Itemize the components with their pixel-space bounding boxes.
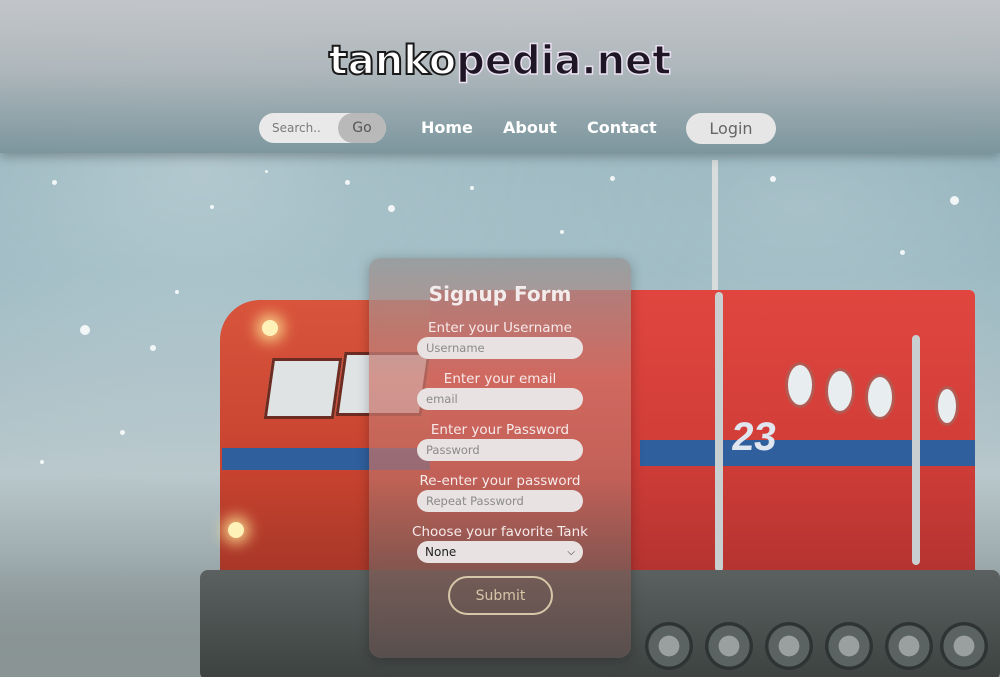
porthole-window [785, 362, 815, 408]
snowflake [40, 460, 44, 464]
exhaust-pipe [912, 335, 920, 565]
submit-button[interactable]: Submit [448, 576, 553, 615]
email-label: Enter your email [443, 371, 557, 387]
snowflake [52, 180, 57, 185]
track-wheel [765, 622, 813, 670]
signup-form: Signup Form Enter your Username Enter yo… [369, 258, 631, 658]
search-input[interactable] [259, 113, 337, 143]
favorite-tank-label: Choose your favorite Tank [412, 524, 588, 540]
track-wheel [825, 622, 873, 670]
snowflake [900, 250, 905, 255]
username-field[interactable] [417, 337, 583, 359]
snowflake [470, 186, 474, 190]
favorite-tank-select[interactable]: None ⌵ [417, 541, 583, 563]
search-go-button[interactable]: Go [338, 113, 386, 143]
favorite-tank-selected-value: None [425, 545, 457, 559]
logo-part-pedia: pedia.net [456, 37, 673, 85]
password-field[interactable] [417, 439, 583, 461]
snowflake [120, 430, 125, 435]
snowflake [80, 325, 90, 335]
form-title: Signup Form [428, 282, 572, 306]
search-bar: Go [259, 113, 386, 143]
vehicle-number: 23 [729, 415, 779, 459]
chevron-down-icon: ⌵ [567, 546, 575, 558]
login-button[interactable]: Login [686, 113, 776, 144]
snowflake [610, 176, 615, 181]
porthole-window [825, 368, 855, 414]
email-field[interactable] [417, 388, 583, 410]
snowflake [150, 345, 156, 351]
headlight [262, 320, 278, 336]
password-label: Enter your Password [430, 422, 570, 438]
snowflake [388, 205, 395, 212]
username-label: Enter your Username [428, 320, 572, 336]
repeat-password-label: Re-enter your password [419, 473, 581, 489]
snowflake [770, 176, 776, 182]
nav-about-link[interactable]: About [503, 118, 557, 137]
site-logo[interactable]: tankopedia.net [0, 37, 1000, 85]
nav-contact-link[interactable]: Contact [587, 118, 657, 137]
porthole-window [935, 386, 959, 426]
track-wheel [940, 622, 988, 670]
snowflake [950, 196, 959, 205]
snowflake [345, 180, 350, 185]
exhaust-pipe [715, 292, 723, 572]
headlight [228, 522, 244, 538]
body-blue-stripe [640, 440, 975, 466]
snowflake [265, 170, 268, 173]
track-wheel [705, 622, 753, 670]
porthole-window [865, 374, 895, 420]
cab-window [263, 358, 343, 419]
track-wheel [885, 622, 933, 670]
track-wheel [645, 622, 693, 670]
snowflake [175, 290, 179, 294]
snowflake [210, 205, 214, 209]
nav-home-link[interactable]: Home [421, 118, 473, 137]
repeat-password-field[interactable] [417, 490, 583, 512]
site-header: tankopedia.net Go Home About Contact Log… [0, 0, 1000, 153]
snowflake [560, 230, 564, 234]
logo-part-tanko: tanko [328, 37, 458, 85]
